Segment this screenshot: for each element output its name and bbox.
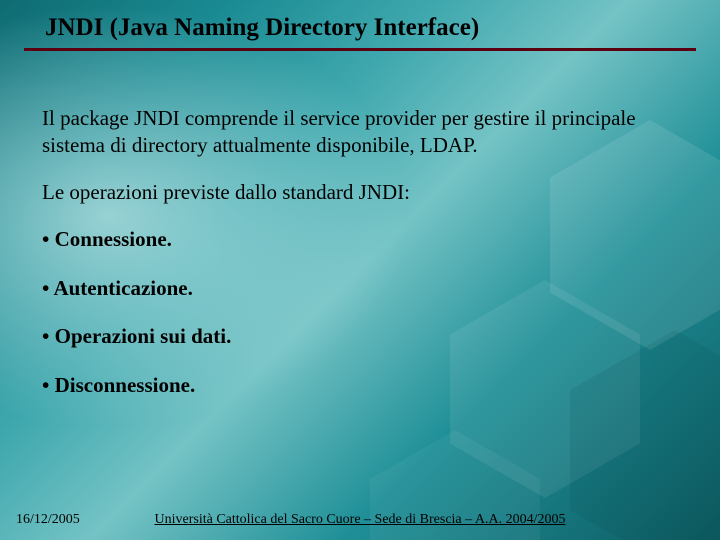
paragraph: Le operazioni previste dallo standard JN… [42,179,670,206]
bullet-item: Autenticazione. [42,275,670,302]
footer: 16/12/2005 Università Cattolica del Sacr… [0,506,720,528]
title-underline [24,48,696,51]
bullet-item: Connessione. [42,226,670,253]
bullet-item: Operazioni sui dati. [42,323,670,350]
paragraph: Il package JNDI comprende il service pro… [42,105,670,159]
bullet-list: Connessione. Autenticazione. Operazioni … [42,226,670,400]
slide-title: JNDI (Java Naming Directory Interface) [45,14,479,42]
bullet-item: Disconnessione. [42,372,670,399]
slide: JNDI (Java Naming Directory Interface) I… [0,0,720,540]
slide-body: Il package JNDI comprende il service pro… [42,105,670,421]
footer-org: Università Cattolica del Sacro Cuore – S… [0,512,720,528]
